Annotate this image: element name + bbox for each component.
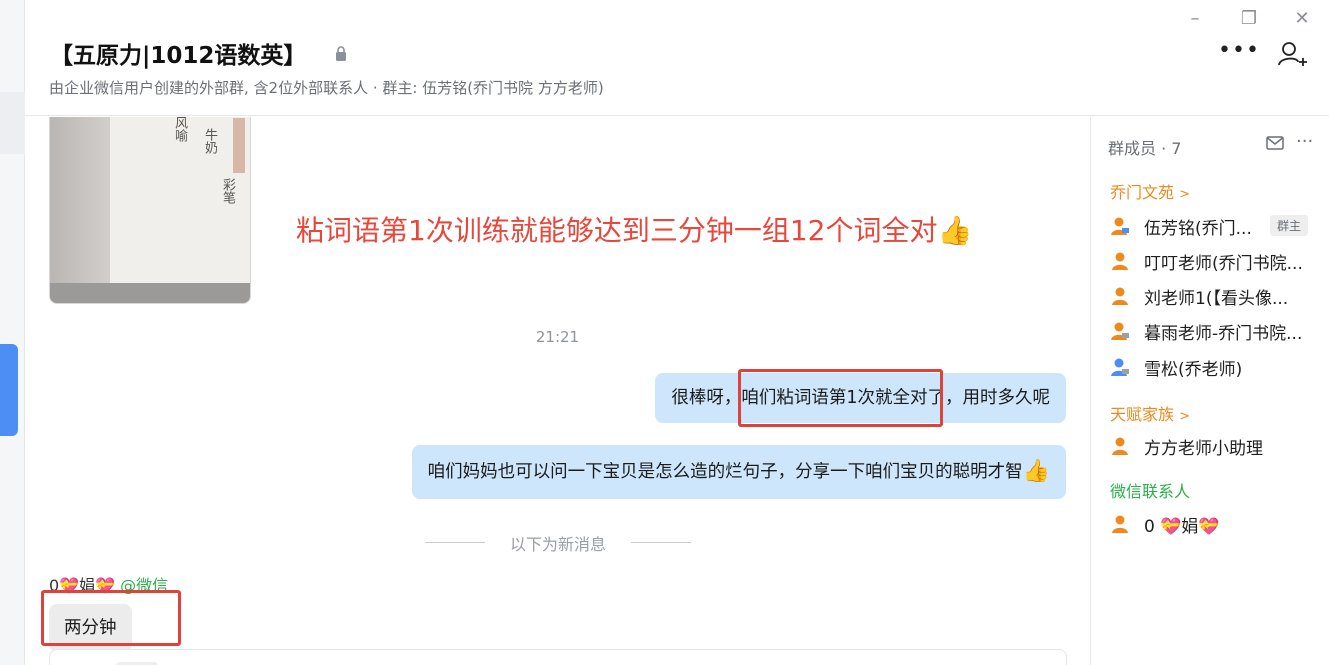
thumbs-up-icon: 👍 <box>1022 459 1050 484</box>
add-member-icon[interactable] <box>1277 40 1307 70</box>
new-messages-divider: 以下为新消息 <box>425 531 691 554</box>
member-name: 暮雨老师-乔门书院... <box>1144 324 1303 344</box>
member-item[interactable]: 暮雨老师-乔门书院... <box>1110 318 1320 344</box>
minimize-button[interactable]: – <box>1184 8 1206 30</box>
heart-icon: 💝 <box>1198 517 1220 537</box>
left-nav-selected-segment[interactable] <box>0 92 25 154</box>
highlight-box <box>738 369 943 427</box>
member-item[interactable]: 雪松(乔老师) <box>1110 354 1320 380</box>
mail-icon[interactable] <box>1266 136 1284 150</box>
thumbs-up-icon: 👍 <box>937 214 973 247</box>
person-icon <box>1112 437 1128 455</box>
group-title[interactable]: 【五原力|1012语数英】 <box>50 36 306 70</box>
member-name: 雪松(乔老师) <box>1144 360 1243 380</box>
image-handwriting: 牛奶 <box>202 128 217 154</box>
member-item[interactable]: 0 💝娟💝 <box>1110 511 1320 537</box>
section-tianfu-jiazu[interactable]: 天赋家族 > <box>1110 401 1190 425</box>
member-name: 伍芳铭(乔门... <box>1144 219 1252 239</box>
heart-icon: 💝 <box>1160 517 1182 537</box>
person-icon <box>1111 322 1129 340</box>
person-icon <box>1112 252 1128 270</box>
message-text: 咱们妈妈也可以问一下宝贝是怎么造的烂句子，分享一下咱们宝贝的聪明才智 <box>427 462 1023 482</box>
chat-area: 风喻 牛奶 彩笔 粘词语第1次训练就能够达到三分钟一组12个词全对👍 21:21… <box>25 117 1090 665</box>
section-wechat-contacts: 微信联系人 <box>1110 478 1190 502</box>
group-subtitle: 由企业微信用户创建的外部群, 含2位外部联系人 · 群主: 伍芳铭(乔门书院 方… <box>49 79 604 97</box>
new-messages-label: 以下为新消息 <box>509 535 606 554</box>
message-timestamp: 21:21 <box>535 328 580 346</box>
member-name: 刘老师1(【看头像... <box>1144 289 1289 309</box>
restore-button[interactable]: ❐ <box>1238 8 1260 30</box>
image-shadow <box>50 283 250 303</box>
image-handwriting: 彩笔 <box>220 178 235 204</box>
message-composer[interactable] <box>49 649 1067 665</box>
member-panel: 群成员 · 7 ··· 乔门文苑 > 伍芳铭(乔门... 群主 叮叮老师(乔门书… <box>1090 117 1329 665</box>
section-label: 天赋家族 <box>1110 405 1175 424</box>
section-label: 乔门文苑 <box>1110 183 1175 202</box>
member-count-title: 群成员 · 7 <box>1108 139 1182 158</box>
chevron-right-icon: > <box>1179 187 1191 202</box>
close-button[interactable]: ✕ <box>1291 8 1313 30</box>
member-name: 叮叮老师(乔门书院... <box>1144 254 1303 274</box>
owner-badge: 群主 <box>1270 215 1309 236</box>
left-nav-strip <box>0 0 25 665</box>
chevron-right-icon: > <box>1179 409 1191 424</box>
person-icon <box>1112 287 1128 305</box>
celebration-banner: 粘词语第1次训练就能够达到三分钟一组12个词全对👍 <box>296 209 972 249</box>
more-options-icon[interactable]: ••• <box>1218 40 1259 63</box>
image-handwriting: 风喻 <box>172 117 187 142</box>
lock-icon <box>336 46 346 61</box>
section-qiaomen-wenyuan[interactable]: 乔门文苑 > <box>1110 179 1190 203</box>
outgoing-message[interactable]: 咱们妈妈也可以问一下宝贝是怎么造的烂句子，分享一下咱们宝贝的聪明才智👍 <box>411 445 1066 499</box>
left-nav-blue-tab[interactable] <box>0 344 18 436</box>
image-paper <box>110 117 250 298</box>
member-item[interactable]: 叮叮老师(乔门书院... <box>1110 248 1320 274</box>
member-item[interactable]: 伍芳铭(乔门... 群主 <box>1110 213 1320 239</box>
member-name: 0 💝娟💝 <box>1144 517 1220 537</box>
section-label: 微信联系人 <box>1110 482 1191 501</box>
member-more-icon[interactable]: ··· <box>1296 131 1313 152</box>
highlight-box <box>41 590 181 646</box>
chat-header: – ❐ ✕ 【五原力|1012语数英】 由企业微信用户创建的外部群, 含2位外部… <box>25 0 1329 116</box>
banner-text: 粘词语第1次训练就能够达到三分钟一组12个词全对 <box>296 214 938 247</box>
member-item[interactable]: 方方老师小助理 <box>1110 433 1320 459</box>
person-icon <box>1112 515 1128 533</box>
member-item[interactable]: 刘老师1(【看头像... <box>1110 283 1320 309</box>
person-icon <box>1111 217 1129 235</box>
member-name: 方方老师小助理 <box>1144 439 1263 459</box>
image-message[interactable]: 风喻 牛奶 彩笔 <box>49 117 251 304</box>
person-icon <box>1111 358 1129 376</box>
image-stripe <box>233 118 245 173</box>
